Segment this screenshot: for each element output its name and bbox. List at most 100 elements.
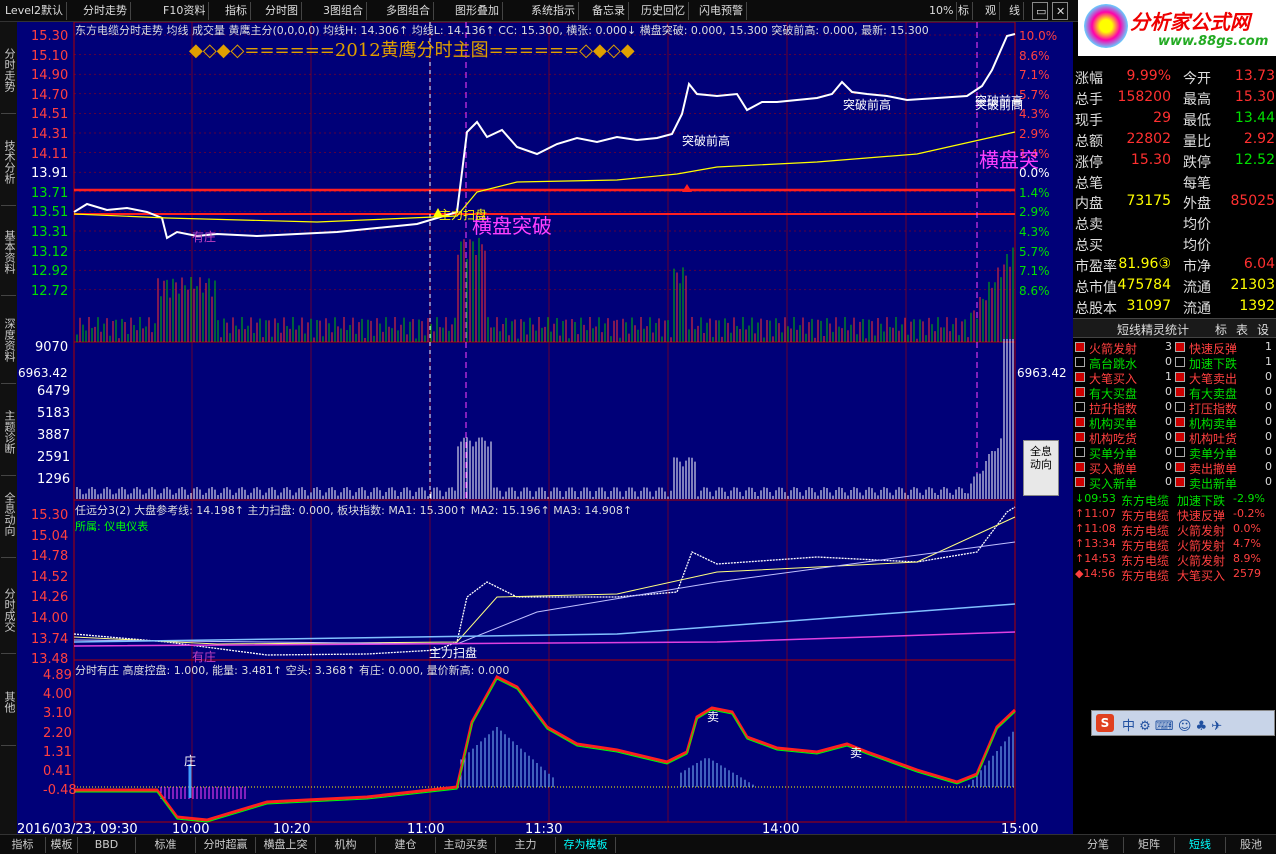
toolbar-item[interactable]: 多图组合 xyxy=(383,2,434,20)
panel3-price-line xyxy=(73,506,1016,656)
sprite-checkbox[interactable] xyxy=(1075,402,1085,412)
price-tick-right: 2.9% xyxy=(1019,205,1050,220)
toolbar-right-item[interactable]: 观 xyxy=(982,2,1000,20)
sprite-item-count: 0 xyxy=(1265,460,1272,473)
toolbar-item[interactable]: F10资料 xyxy=(160,2,210,20)
bottom-tab[interactable]: 指标 xyxy=(0,837,46,853)
left-nav-tab[interactable]: 技术分析 xyxy=(1,118,16,206)
sprite-item-count: 1 xyxy=(1265,355,1272,368)
bottom-tab[interactable]: 建仓 xyxy=(376,837,436,853)
sprite-checkbox[interactable] xyxy=(1175,447,1185,457)
quote-value: 158200 xyxy=(1117,88,1171,105)
window-minimize-icon[interactable]: ▭ xyxy=(1032,2,1048,20)
bottom-right-tab[interactable]: 股池 xyxy=(1226,837,1276,853)
bottom-right-tab[interactable]: 分笔 xyxy=(1073,837,1124,853)
toolbar-right-item[interactable]: 标 xyxy=(955,2,973,20)
sprite-checkbox[interactable] xyxy=(1075,477,1085,487)
sprite-checkbox[interactable] xyxy=(1075,432,1085,442)
event-time: ↑11:07 xyxy=(1075,507,1116,520)
price-tick-left: 15.30 xyxy=(31,29,69,44)
price-tick-left: 14.90 xyxy=(31,68,69,84)
left-nav-tab[interactable]: 全息动向 xyxy=(1,470,16,558)
sprite-tab-mark[interactable]: 标 xyxy=(1215,321,1227,338)
ime-toolbar[interactable]: S 中 ⚙ ⌨ ☺ ♣ ✈ xyxy=(1091,710,1275,736)
price-tick-left: 13.12 xyxy=(31,244,69,260)
sprite-item-count: 0 xyxy=(1265,475,1272,488)
panel-frame xyxy=(73,341,1016,501)
sprite-checkbox[interactable] xyxy=(1075,417,1085,427)
sprite-checkbox[interactable] xyxy=(1175,432,1185,442)
toolbar-item[interactable]: 分时走势 xyxy=(80,2,131,20)
sprite-tab-table[interactable]: 表 xyxy=(1236,321,1248,338)
sprite-item-count: 0 xyxy=(1265,385,1272,398)
bottom-tab[interactable]: 横盘上突 xyxy=(256,837,316,853)
left-nav-tab[interactable]: 其他 xyxy=(1,658,16,746)
sprite-tab-settings[interactable]: 设 xyxy=(1257,321,1269,338)
sprite-checkbox[interactable] xyxy=(1175,372,1185,382)
left-nav-tab[interactable]: 分时成交 xyxy=(1,566,16,654)
quanxi-button[interactable]: 全息动向 xyxy=(1023,440,1059,496)
price-tick-right: 10.0% xyxy=(1019,29,1058,43)
sogou-icon: S xyxy=(1096,714,1114,732)
price-annotation: 突破前高 xyxy=(682,134,731,148)
toolbar-item[interactable]: 备忘录 xyxy=(589,2,629,20)
sprite-checkbox[interactable] xyxy=(1075,372,1085,382)
sprite-checkbox[interactable] xyxy=(1075,447,1085,457)
panel4-annotation: 卖 xyxy=(707,710,720,724)
panel4-tick: -0.48 xyxy=(43,783,77,799)
bottom-tab[interactable]: 分时超赢 xyxy=(196,837,256,853)
right-panel: 涨幅 9.99% 今开 13.73 总手 158200 最高 15.30 现手 29 最低 13.44… xyxy=(1073,22,1276,834)
toolbar-item[interactable]: 分时图 xyxy=(262,2,302,20)
window-close-icon[interactable]: ✕ xyxy=(1052,2,1068,20)
bottom-tab[interactable]: 标准 xyxy=(136,837,196,853)
left-nav-tab[interactable]: 基本资料 xyxy=(1,208,16,296)
toolbar-right-item[interactable]: 10% xyxy=(926,2,958,20)
sprite-checkbox[interactable] xyxy=(1175,462,1185,472)
toolbar-item[interactable]: 图形叠加 xyxy=(452,2,503,20)
avg-price-line xyxy=(73,131,1016,223)
quote-label: 涨停 xyxy=(1075,154,1103,171)
toolbar-item[interactable]: 指标 xyxy=(222,2,251,20)
bottom-right-tab[interactable]: 短线 xyxy=(1175,837,1226,853)
sprite-header: 短线精灵统计 标 表 设 xyxy=(1073,318,1276,338)
panel4-tick: 4.00 xyxy=(43,687,72,703)
sprite-item-count: 0 xyxy=(1165,475,1172,488)
bottom-tab[interactable]: 主动买卖 xyxy=(436,837,496,853)
bottom-right-tab[interactable]: 矩阵 xyxy=(1124,837,1175,853)
left-nav-tab[interactable]: 分时走势 xyxy=(1,26,16,114)
quote-value: 13.44 xyxy=(1234,109,1275,126)
bottom-tab[interactable]: 模板 xyxy=(46,837,78,853)
left-nav-tab[interactable]: 深度资料 xyxy=(1,296,16,384)
sprite-checkbox[interactable] xyxy=(1175,387,1185,397)
toolbar-item[interactable]: Level2默认 xyxy=(2,2,68,20)
toolbar-item[interactable]: 历史回忆 xyxy=(638,2,689,20)
sprite-checkbox[interactable] xyxy=(1175,357,1185,367)
bottom-tab[interactable]: 存为模板 xyxy=(556,837,616,853)
toolbar-item[interactable]: 3图组合 xyxy=(320,2,367,20)
sprite-checkbox[interactable] xyxy=(1075,342,1085,352)
toolbar-item[interactable]: 闪电预警 xyxy=(696,2,747,20)
sprite-checkbox[interactable] xyxy=(1175,342,1185,352)
sprite-checkbox[interactable] xyxy=(1175,417,1185,427)
price-annotation: 主力扫盘 xyxy=(439,208,488,222)
sprite-checkbox[interactable] xyxy=(1075,387,1085,397)
toolbar-item[interactable]: 系统指示 xyxy=(528,2,579,20)
bottom-tab[interactable]: 主力 xyxy=(496,837,556,853)
event-time: ↑14:53 xyxy=(1075,552,1116,565)
bottom-tab[interactable]: 机构 xyxy=(316,837,376,853)
bottom-tab[interactable]: BBD xyxy=(78,837,136,853)
panel4-tick: 3.10 xyxy=(43,706,72,722)
event-value: -2.9% xyxy=(1233,492,1265,505)
panel3-tick: 15.04 xyxy=(31,528,69,544)
sprite-checkbox[interactable] xyxy=(1075,462,1085,472)
sprite-checkbox[interactable] xyxy=(1175,477,1185,487)
panel-frame xyxy=(73,659,1016,823)
toolbar-right-item[interactable]: 线 xyxy=(1006,2,1024,20)
price-tick-left: 15.10 xyxy=(31,48,69,64)
left-nav-tab[interactable]: 主题诊断 xyxy=(1,388,16,476)
sprite-checkbox[interactable] xyxy=(1175,402,1185,412)
event-stock[interactable]: 东方电缆 xyxy=(1121,567,1169,584)
sprite-item-count: 0 xyxy=(1165,445,1172,458)
sprite-item-count: 1 xyxy=(1265,340,1272,353)
sprite-checkbox[interactable] xyxy=(1075,357,1085,367)
